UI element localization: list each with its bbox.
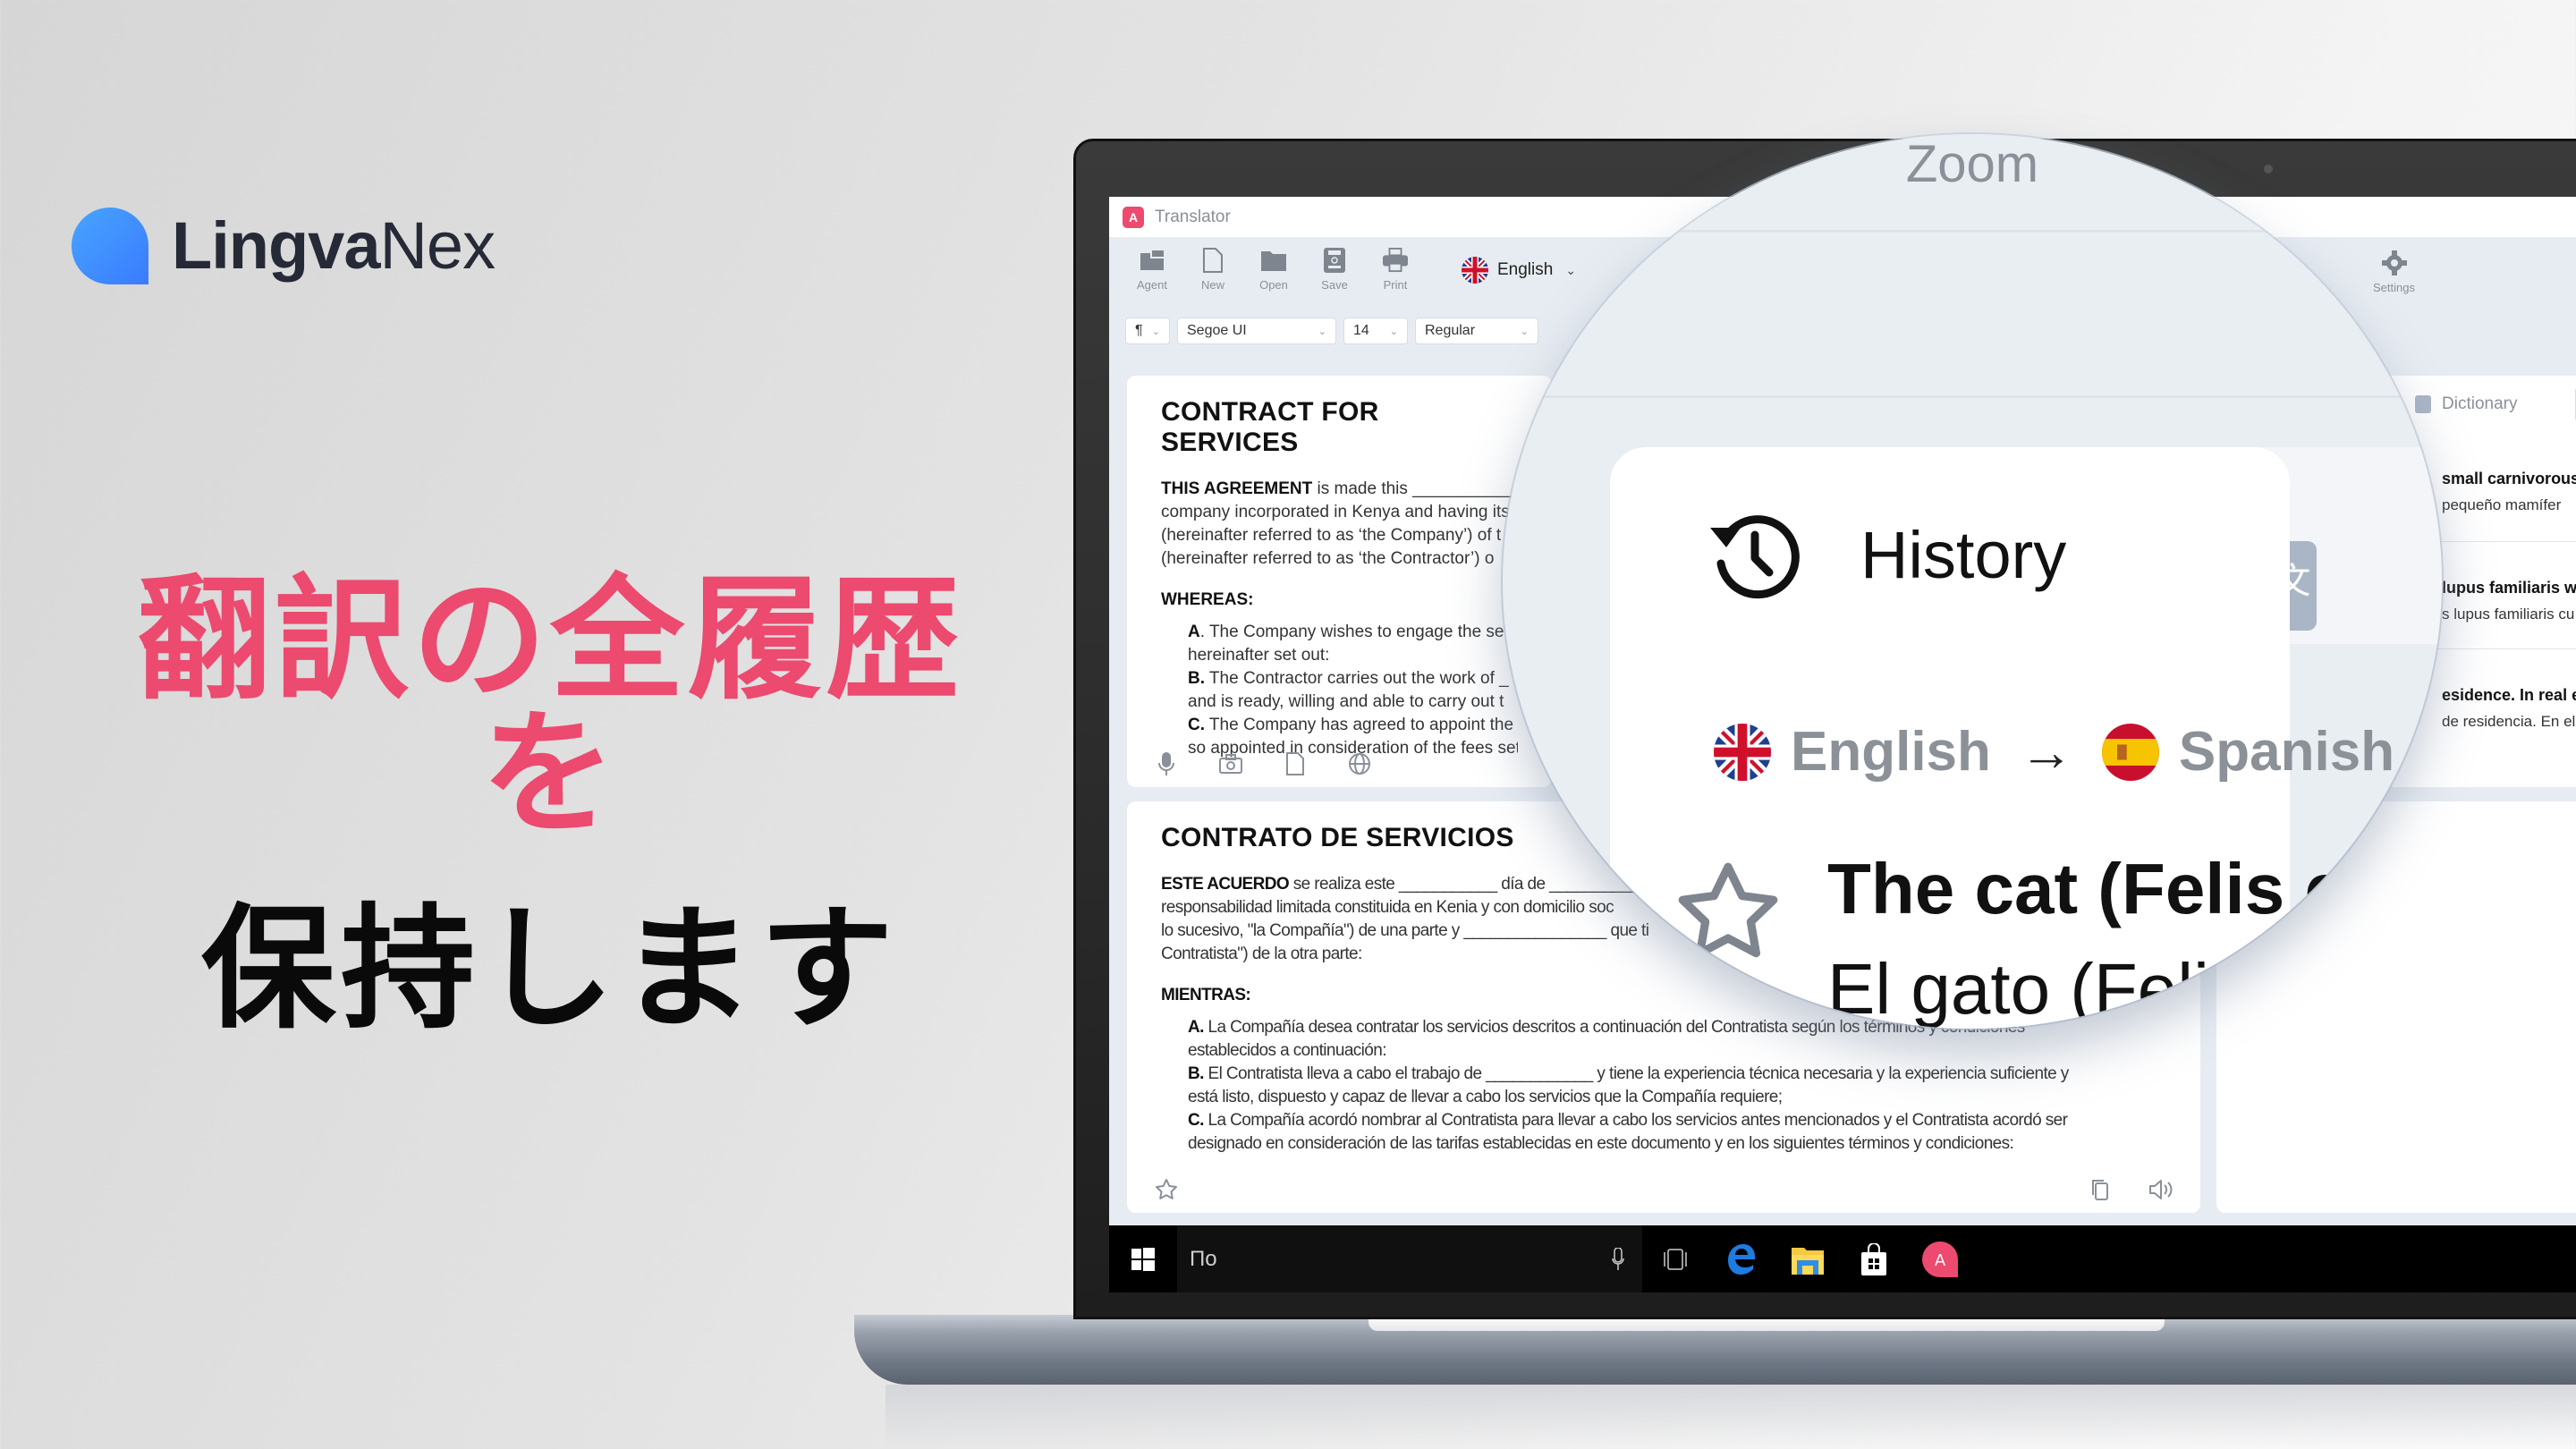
open-button[interactable]: Open [1243,248,1304,292]
source-language-label: English [1497,260,1554,279]
source-whereas-list: A. The Company wishes to engage the se h… [1188,623,1518,758]
spain-flag-icon [2101,723,2159,781]
copy-icon[interactable] [2088,1177,2113,1202]
store-icon[interactable] [1841,1242,1907,1275]
history-header: History [1699,501,2066,608]
print-button[interactable]: Print [1365,248,1426,292]
laptop-shadow [886,1385,2576,1449]
microphone-icon [1612,1247,1624,1270]
microphone-icon[interactable] [1154,751,1179,776]
folder-icon [1261,248,1286,273]
history-title: History [1860,517,2067,592]
target-tools-right [2088,1177,2174,1202]
save-button[interactable]: Save [1304,248,1365,292]
edge-browser-icon[interactable] [1708,1242,1775,1276]
dictionary-entry[interactable]: lupus familiaris ws lupus familiaris cu [2442,574,2576,628]
font-size-select[interactable]: 14 ⌄ [1343,318,1408,344]
chevron-down-icon: ⌄ [1520,326,1529,337]
source-input-tools [1154,751,1372,776]
history-source-language: English [1791,721,1991,783]
target-tools-left [1154,1177,1179,1202]
document-icon[interactable] [1283,751,1308,776]
dictionary-entry[interactable]: esidence. In real estade residencia. En … [2442,682,2576,735]
camera-icon[interactable] [1218,751,1243,776]
gear-icon [2381,250,2407,275]
divider [2433,648,2576,649]
dictionary-entry[interactable]: small carnivorous pequeño mamífer [2442,465,2576,519]
favorite-star-icon[interactable] [1674,859,1782,970]
speaker-icon[interactable] [2148,1177,2174,1202]
svg-text:A: A [1935,1251,1946,1270]
window-title: Translator [1155,207,1231,226]
headline: 翻訳の全履歴を 保持します [85,572,1015,1036]
new-button[interactable]: New [1182,248,1243,292]
history-card: History English → Spanish The cat (Felis… [1610,447,2442,1029]
save-icon [1322,248,1347,273]
dictionary-tab[interactable]: Dictionary [2415,389,2576,419]
source-language-select[interactable]: English ⌄ [1462,257,1576,284]
translator-app-icon: A [1123,206,1144,228]
new-file-icon [1200,248,1225,273]
globe-icon[interactable] [1347,751,1372,776]
source-whereas-heading: WHEREAS: [1161,590,1254,609]
zoom-magnifier: Zoom A文 History English → Spanish The [1503,134,2442,1029]
history-target-text: El gato (Felis catus) [1827,949,2442,1029]
windows-taskbar: По A [1109,1225,2576,1292]
logo-wordmark: LingvaNex [172,208,496,283]
lingvanex-logo: LingvaNex [72,208,496,284]
arrow-right-icon: → [2019,722,2073,782]
print-icon [1383,248,1408,273]
font-family-select[interactable]: Segoe UI ⌄ [1177,318,1336,344]
windows-start-icon[interactable] [1109,1247,1177,1271]
source-intro-paragraph: THIS AGREEMENT is made this ___________ … [1161,479,1518,568]
target-whereas-list: A. La Compañía desea contratar los servi… [1188,1018,2069,1153]
dictionary-icon [2415,395,2431,413]
headline-line-2: 保持します [200,894,899,1044]
taskbar-search-input[interactable]: По [1177,1225,1642,1292]
divider [2433,541,2576,542]
font-weight-select[interactable]: Regular ⌄ [1415,318,1538,344]
paragraph-style-select[interactable]: ¶ ⌄ [1125,318,1170,344]
history-icon [1710,515,1800,599]
zoom-label: Zoom [1905,135,2039,193]
history-target-language: Spanish [2178,721,2395,783]
source-document-card[interactable]: CONTRACT FOR SERVICES THIS AGREEMENT is … [1127,376,1552,787]
history-source-text: The cat (Felis catus) [1827,849,2442,928]
headline-line-1: 翻訳の全履歴を [136,564,963,849]
agent-icon [1140,248,1165,273]
uk-flag-icon [1462,257,1488,284]
chevron-down-icon: ⌄ [1151,326,1160,337]
file-explorer-icon[interactable] [1775,1244,1841,1275]
zoomed-divider [1503,395,2442,398]
chevron-down-icon: ⌄ [1565,262,1577,277]
task-view-icon[interactable] [1642,1248,1708,1270]
star-icon[interactable] [1154,1177,1179,1202]
lingvanex-app-icon[interactable]: A [1907,1241,1973,1277]
chevron-down-icon: ⌄ [1318,326,1326,337]
logo-mark-icon [72,208,148,284]
source-document-title: CONTRACT FOR SERVICES [1161,397,1379,457]
uk-flag-icon [1714,723,1771,781]
chevron-down-icon: ⌄ [1389,326,1398,337]
agent-button[interactable]: Agent [1122,248,1182,292]
settings-button[interactable]: Settings [2373,250,2415,294]
history-language-pair: English → Spanish [1714,720,2394,784]
